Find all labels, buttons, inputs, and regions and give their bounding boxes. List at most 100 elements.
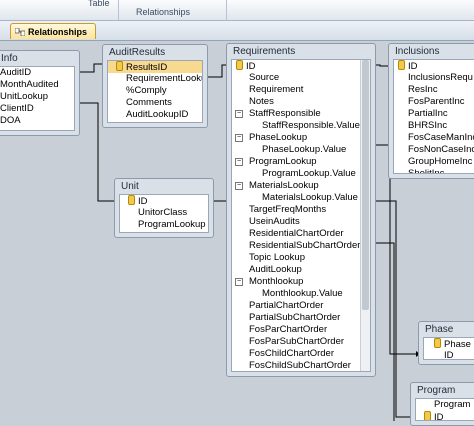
field-item[interactable]: ResidentialSubChartOrder [232, 240, 370, 252]
field-item[interactable]: − ProgramLookup [232, 156, 370, 168]
field-label: AuditLookup [249, 264, 302, 275]
collapse-icon[interactable]: − [235, 182, 243, 190]
field-item[interactable]: PhaseLookup.Value [232, 144, 370, 156]
field-item[interactable]: InclusionsRequ [394, 72, 474, 84]
field-item[interactable]: PartialInc [394, 108, 474, 120]
field-item[interactable]: %Comply [108, 85, 202, 97]
field-item[interactable]: ResInc [394, 84, 474, 96]
table-title: Requirements [233, 46, 296, 57]
field-item[interactable]: ID [394, 60, 474, 72]
field-label: Notes [249, 96, 274, 107]
table-requirements[interactable]: Requirements ID Source Requirement Notes − St… [226, 43, 376, 377]
field-item[interactable]: AuditID [0, 67, 74, 79]
field-item[interactable]: Program [416, 399, 474, 411]
field-item[interactable]: Topic Lookup [232, 252, 370, 264]
primary-key-icon [398, 60, 405, 70]
field-item[interactable]: FosNonCaseInc [394, 144, 474, 156]
table-inclusions[interactable]: Inclusions ID InclusionsRequ ResInc FosPare… [388, 43, 474, 179]
field-list: AuditID MonthAudited UnitLookup ClientID… [0, 66, 75, 131]
field-item[interactable]: FosChildSubChartOrder [232, 360, 370, 371]
tab-relationships-label: Relationships [28, 27, 88, 37]
field-label: Monthlookup [249, 276, 304, 287]
scrollbar-thumb[interactable] [362, 60, 369, 310]
table-info[interactable]: Info AuditID MonthAudited UnitLookup Cli… [0, 50, 80, 136]
ribbon-separator [118, 0, 119, 20]
field-item[interactable]: StaffResponsible.Value [232, 120, 370, 132]
field-item[interactable]: Monthlookup.Value [232, 288, 370, 300]
table-auditresults[interactable]: AuditResults ResultsID RequirementLooku … [102, 44, 208, 128]
field-list: ID UnitorClass ProgramLookup [119, 194, 209, 233]
field-item[interactable]: Notes [232, 96, 370, 108]
field-item[interactable]: ShelitInc [394, 168, 474, 174]
field-list: Phase ID [423, 337, 474, 360]
field-item[interactable]: UnitLookup [0, 91, 74, 103]
field-label: FosParChartOrder [249, 324, 328, 335]
collapse-icon[interactable]: − [235, 158, 243, 166]
field-item[interactable]: MaterialsLookup.Value [232, 192, 370, 204]
ribbon-group-table-label: Table [88, 0, 110, 8]
field-item[interactable]: PartialChartOrder [232, 300, 370, 312]
field-item[interactable]: ResultsID [108, 61, 202, 73]
collapse-icon[interactable]: − [235, 278, 243, 286]
field-item[interactable]: Requirement [232, 84, 370, 96]
field-item[interactable]: UseinAudits [232, 216, 370, 228]
document-tab-bar: Relationships [0, 21, 474, 41]
field-item[interactable]: MonthAudited [0, 79, 74, 91]
field-label: ShelitInc [408, 168, 445, 174]
field-item[interactable]: − Monthlookup [232, 276, 370, 288]
field-item[interactable]: PartialSubChartOrder [232, 312, 370, 324]
field-label: FosNonCaseInc [408, 144, 474, 155]
field-item[interactable]: FosParentInc [394, 96, 474, 108]
field-label: Phase [444, 339, 471, 350]
field-item[interactable]: FosParChartOrder [232, 324, 370, 336]
field-item[interactable]: ProgramLookup [120, 219, 208, 231]
field-label: FosChildChartOrder [249, 348, 334, 359]
field-item[interactable]: ID [120, 195, 208, 207]
field-label: BHRSInc [408, 120, 448, 131]
field-label: ResidentialSubChartOrder [249, 240, 361, 251]
field-item[interactable]: FosCaseManInc [394, 132, 474, 144]
ribbon-group-label: Relationships [136, 7, 191, 17]
table-unit[interactable]: Unit ID UnitorClass ProgramLookup [114, 178, 214, 238]
field-item[interactable]: UnitorClass [120, 207, 208, 219]
field-item[interactable]: AuditLookup [232, 264, 370, 276]
table-program[interactable]: Program Program ID [410, 382, 474, 426]
field-label: ID [408, 61, 418, 72]
relationships-icon [15, 28, 25, 36]
field-item[interactable]: ClientID [0, 103, 74, 115]
field-item[interactable]: ProgramLookup.Value [232, 168, 370, 180]
field-label: Topic Lookup [249, 252, 305, 263]
field-label: Monthlookup.Value [262, 288, 343, 299]
field-label: ResultsID [126, 62, 168, 73]
primary-key-icon [236, 60, 243, 70]
table-title: Unit [121, 181, 139, 192]
field-item[interactable]: − MaterialsLookup [232, 180, 370, 192]
field-label: ProgramLookup [249, 156, 317, 167]
field-item[interactable]: DOA [0, 115, 74, 127]
collapse-icon[interactable]: − [235, 110, 243, 118]
field-item[interactable]: Comments [108, 97, 202, 109]
field-item[interactable]: ResidentialChartOrder [232, 228, 370, 240]
field-item[interactable]: − PhaseLookup [232, 132, 370, 144]
collapse-icon[interactable]: − [235, 134, 243, 142]
field-item[interactable]: ID [424, 350, 474, 359]
table-phase[interactable]: Phase Phase ID [418, 321, 474, 365]
ribbon: Table Relationships [0, 0, 474, 21]
field-label: PartialSubChartOrder [249, 312, 341, 323]
field-item[interactable]: − StaffResponsible [232, 108, 370, 120]
field-item[interactable]: GroupHomeInc [394, 156, 474, 168]
field-label: UseinAudits [249, 216, 300, 227]
field-item[interactable]: RequirementLooku [108, 73, 202, 85]
field-item[interactable]: FosParSubChartOrder [232, 336, 370, 348]
field-item[interactable]: Phase [424, 338, 474, 350]
field-item[interactable]: Source [232, 72, 370, 84]
tab-relationships[interactable]: Relationships [10, 23, 96, 39]
field-label: StaffResponsible.Value [262, 120, 360, 131]
field-item[interactable]: BHRSInc [394, 120, 474, 132]
field-item[interactable]: TargetFreqMonths [232, 204, 370, 216]
vertical-scrollbar[interactable] [360, 60, 370, 371]
field-item[interactable]: FosChildChartOrder [232, 348, 370, 360]
field-item[interactable]: AuditLookupID [108, 109, 202, 121]
field-item[interactable]: ID [416, 411, 474, 420]
field-item[interactable]: ID [232, 60, 370, 72]
